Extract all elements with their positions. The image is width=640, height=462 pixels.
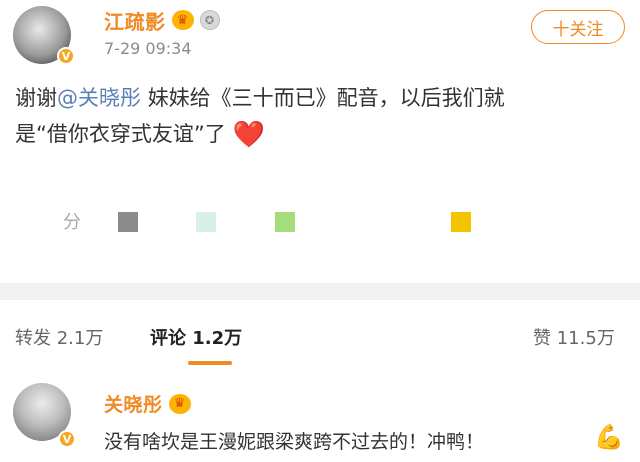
section-divider [0,283,640,300]
heart-icon: ❤️ [232,120,265,150]
color-square [275,212,295,232]
tab-comments[interactable]: 评论 1.2万 [150,324,242,350]
post-text-prefix: 谢谢 [15,86,57,110]
commenter-row: 关晓彤 ♛ [104,390,191,417]
color-square [196,212,216,232]
post-text-line-2: 是“借你衣穿式友谊”了 ❤️ [15,116,265,152]
verified-badge-icon: V [57,47,75,65]
comment-text: 没有啥坎是王漫妮跟梁爽跨不过去的！冲鸭！ [104,431,485,453]
crown-icon: ♛ [171,10,194,30]
tab-likes[interactable]: 赞 11.5万 [533,324,615,350]
commenter-name[interactable]: 关晓彤 [104,390,163,417]
active-tab-indicator [188,361,232,365]
repost-count: 2.1万 [56,328,104,349]
share-label-fragment: 分 [63,212,81,233]
mention-link[interactable]: @关晓彤 [57,86,141,110]
like-label: 赞 [533,328,551,349]
post-author-name[interactable]: 江疏影 [104,6,166,35]
verified-badge-icon: V [58,430,76,448]
repost-label: 转发 [15,328,51,349]
comment-label: 评论 [150,328,186,349]
color-square [118,212,138,232]
post-text-suffix: 妹妹给《三十而已》配音，以后我们就 [147,86,505,110]
medal-icon: ✪ [199,10,220,30]
post-text-line-2-content: 是“借你衣穿式友谊”了 [15,122,226,146]
color-square [451,212,471,232]
flexed-arm-icon: 💪 [594,423,624,451]
post-author-row: 江疏影 ♛ ✪ [104,6,220,34]
post-timestamp: 7-29 09:34 [104,39,192,58]
tab-repost[interactable]: 转发 2.1万 [15,324,103,350]
post-text-line-1: 谢谢@关晓彤 妹妹给《三十而已》配音，以后我们就 [15,80,505,116]
like-count: 11.5万 [556,328,615,349]
crown-icon: ♛ [168,393,191,414]
follow-button[interactable]: 十关注 [531,10,625,44]
comment-count: 1.2万 [192,328,243,349]
